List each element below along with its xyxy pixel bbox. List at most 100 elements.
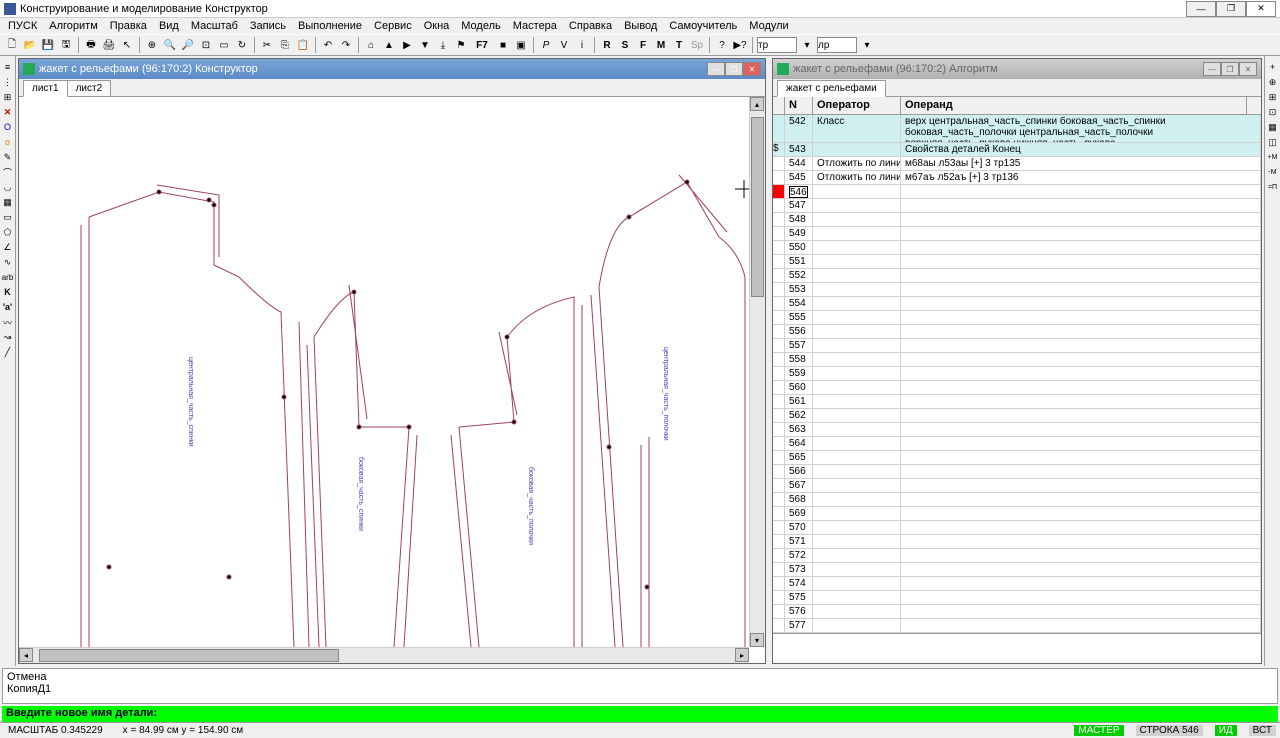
menu-Модель[interactable]: Модель: [457, 20, 504, 32]
v-scrollbar[interactable]: ▴ ▾: [749, 97, 765, 647]
tr-input[interactable]: [757, 37, 797, 53]
rtool-p[interactable]: =П: [1266, 180, 1280, 194]
tool-arb[interactable]: arb: [1, 270, 15, 284]
tool-close[interactable]: ✕: [1, 105, 15, 119]
table-row[interactable]: 555: [773, 311, 1261, 325]
exec-icon[interactable]: ▣: [513, 37, 529, 53]
panel-max-button[interactable]: ❐: [725, 62, 743, 76]
saveall-icon[interactable]: 🖫: [58, 37, 74, 53]
f-button[interactable]: F: [635, 37, 651, 53]
table-body[interactable]: 542Классверх центральная_часть_спинки бо…: [773, 115, 1261, 633]
zoom-icon[interactable]: ⊕: [144, 37, 160, 53]
m-button[interactable]: M: [653, 37, 669, 53]
panel-close-button[interactable]: ✕: [1239, 62, 1257, 76]
menu-Сервис[interactable]: Сервис: [370, 20, 416, 32]
table-row[interactable]: 557: [773, 339, 1261, 353]
tool-text[interactable]: ▦: [1, 195, 15, 209]
panel-max-button[interactable]: ❐: [1221, 62, 1239, 76]
tool-rect[interactable]: ▭: [1, 210, 15, 224]
h-scroll-thumb[interactable]: [39, 649, 339, 662]
scroll-left-icon[interactable]: ◂: [19, 648, 33, 662]
maximize-button[interactable]: ❐: [1216, 1, 1246, 17]
zoomin-icon[interactable]: 🔍: [162, 37, 178, 53]
rtool-m1[interactable]: +M: [1266, 150, 1280, 164]
menu-Окна[interactable]: Окна: [420, 20, 454, 32]
info-icon[interactable]: i: [574, 37, 590, 53]
table-row[interactable]: 567: [773, 479, 1261, 493]
rtool-5[interactable]: ◫: [1266, 135, 1280, 149]
menu-ПУСК[interactable]: ПУСК: [4, 20, 41, 32]
table-row[interactable]: 556: [773, 325, 1261, 339]
tool-k[interactable]: K: [1, 285, 15, 299]
table-row[interactable]: 548: [773, 213, 1261, 227]
panel-min-button[interactable]: —: [707, 62, 725, 76]
table-row[interactable]: 553: [773, 283, 1261, 297]
f7-button[interactable]: F7: [471, 37, 493, 53]
sheet-tab[interactable]: лист1: [23, 80, 68, 97]
end-icon[interactable]: ⤓: [435, 37, 451, 53]
table-row[interactable]: 552: [773, 269, 1261, 283]
tool-arc[interactable]: ⌒: [1, 165, 15, 179]
table-row[interactable]: 542Классверх центральная_часть_спинки бо…: [773, 115, 1261, 143]
redo-icon[interactable]: ↷: [338, 37, 354, 53]
table-row[interactable]: [773, 185, 1261, 199]
whatsthis-icon[interactable]: ▶?: [732, 37, 748, 53]
dropdown-icon[interactable]: ▾: [799, 37, 815, 53]
copy-icon[interactable]: ⎘: [277, 37, 293, 53]
r-button[interactable]: R: [599, 37, 615, 53]
table-footer[interactable]: [773, 633, 1261, 663]
scroll-right-icon[interactable]: ▸: [735, 648, 749, 662]
print-icon[interactable]: 🖶: [83, 37, 99, 53]
table-row[interactable]: 572: [773, 549, 1261, 563]
tool-line[interactable]: ≡: [1, 60, 15, 74]
table-row[interactable]: 545Отложить по линиим67аъ л52аъ [+] 3 тр…: [773, 171, 1261, 185]
rtool-4[interactable]: ▦: [1266, 120, 1280, 134]
menu-Вид[interactable]: Вид: [155, 20, 183, 32]
cursor-icon[interactable]: ↖: [119, 37, 135, 53]
table-row[interactable]: 560: [773, 381, 1261, 395]
table-row[interactable]: 565: [773, 451, 1261, 465]
table-row[interactable]: 544Отложить по линиим68аы л53аы [+] 3 тр…: [773, 157, 1261, 171]
panel-close-button[interactable]: ✕: [743, 62, 761, 76]
menu-Самоучитель[interactable]: Самоучитель: [665, 20, 741, 32]
scroll-up-icon[interactable]: ▴: [750, 97, 764, 111]
table-row[interactable]: 563: [773, 423, 1261, 437]
table-row[interactable]: 558: [773, 353, 1261, 367]
table-row[interactable]: 562: [773, 409, 1261, 423]
cut-icon[interactable]: ✂: [259, 37, 275, 53]
table-row[interactable]: 571: [773, 535, 1261, 549]
print2-icon[interactable]: 🖨: [101, 37, 117, 53]
undo-icon[interactable]: ↶: [320, 37, 336, 53]
menu-Мастера[interactable]: Мастера: [509, 20, 561, 32]
rtool-m2[interactable]: -M: [1266, 165, 1280, 179]
up-icon[interactable]: ▲: [381, 37, 397, 53]
stop-icon[interactable]: ■: [495, 37, 511, 53]
menu-Правка[interactable]: Правка: [106, 20, 151, 32]
row-n-input[interactable]: [789, 186, 808, 198]
canvas[interactable]: центральная_часть_спинки боковая_часть_с…: [19, 97, 765, 663]
menu-Справка[interactable]: Справка: [565, 20, 616, 32]
table-row[interactable]: 559: [773, 367, 1261, 381]
sp-button[interactable]: Sp: [689, 37, 705, 53]
tool-path[interactable]: ↝: [1, 330, 15, 344]
table-row[interactable]: 574: [773, 577, 1261, 591]
rtool-1[interactable]: ⊕: [1266, 75, 1280, 89]
table-row[interactable]: 554: [773, 297, 1261, 311]
p-button[interactable]: P: [538, 37, 554, 53]
tool-angle[interactable]: ∠: [1, 240, 15, 254]
zoomfit-icon[interactable]: ⊡: [198, 37, 214, 53]
tool-wave[interactable]: 〰: [1, 315, 15, 329]
save-icon[interactable]: 💾: [40, 37, 56, 53]
table-row[interactable]: $543Свойства деталей Конец: [773, 143, 1261, 157]
table-row[interactable]: 568: [773, 493, 1261, 507]
home-icon[interactable]: ⌂: [363, 37, 379, 53]
open-icon[interactable]: 📂: [22, 37, 38, 53]
tool-o2[interactable]: o: [1, 135, 15, 149]
minimize-button[interactable]: —: [1186, 1, 1216, 17]
v-button[interactable]: V: [556, 37, 572, 53]
table-row[interactable]: 570: [773, 521, 1261, 535]
refresh-icon[interactable]: ↻: [234, 37, 250, 53]
new-icon[interactable]: 🗋: [4, 37, 20, 53]
s-button[interactable]: S: [617, 37, 633, 53]
rtool-2[interactable]: ⊞: [1266, 90, 1280, 104]
